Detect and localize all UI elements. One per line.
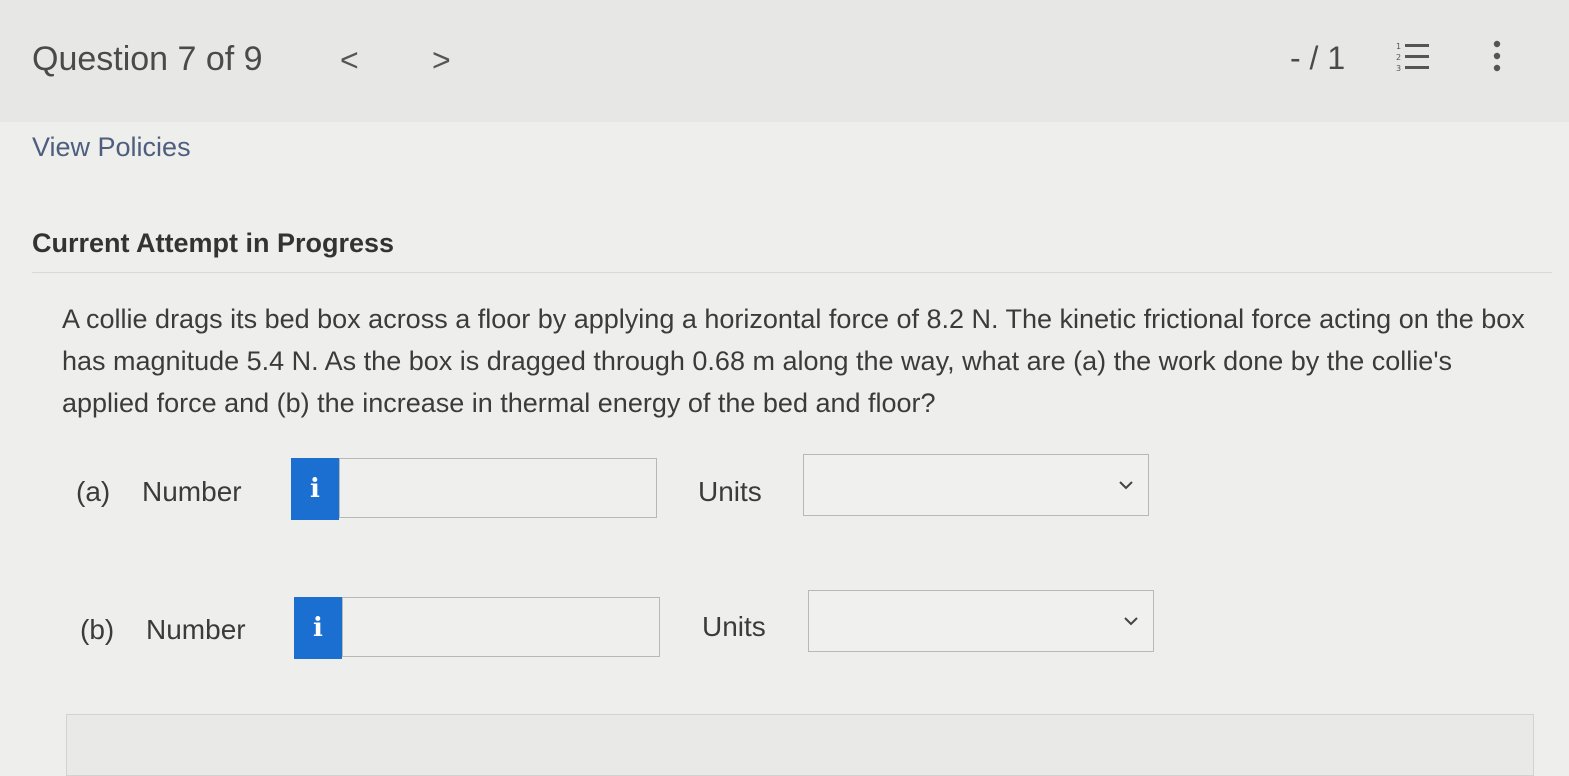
svg-text:1: 1 (1396, 42, 1401, 51)
part-b-number-label: Number (146, 614, 246, 645)
vertical-ellipsis-icon[interactable] (1486, 38, 1508, 74)
question-header: Question 7 of 9 < > - / 1 1 2 3 (0, 0, 1569, 122)
question-text: A collie drags its bed box across a floo… (62, 304, 1525, 418)
info-icon: i (313, 613, 323, 643)
svg-text:3: 3 (1396, 64, 1401, 73)
next-question-button[interactable]: > (432, 42, 451, 79)
part-a-units-label: Units (698, 476, 762, 507)
svg-text:2: 2 (1396, 53, 1401, 62)
score-display: - / 1 (1290, 40, 1346, 76)
part-b-units-label: Units (702, 611, 766, 642)
part-b-units-select[interactable] (808, 590, 1154, 652)
part-b-label: (b) (80, 614, 115, 645)
part-a-label: (a) (76, 476, 111, 507)
numbered-list-icon[interactable]: 1 2 3 (1395, 40, 1431, 74)
attempt-status: Current Attempt in Progress (32, 228, 395, 258)
part-a-info-button[interactable]: i (291, 458, 339, 520)
part-a-number-input[interactable] (339, 458, 657, 518)
chevron-down-icon (1119, 481, 1133, 490)
chevron-down-icon (1124, 617, 1138, 626)
part-a-units-select[interactable] (803, 454, 1149, 516)
part-b-info-button[interactable]: i (294, 597, 342, 659)
answer-panel (66, 714, 1534, 776)
question-title: Question 7 of 9 (32, 40, 263, 78)
part-b-number-input[interactable] (342, 597, 660, 657)
previous-question-button[interactable]: < (340, 42, 359, 79)
divider (32, 272, 1552, 273)
view-policies-link[interactable]: View Policies (32, 132, 191, 163)
info-icon: i (310, 474, 320, 504)
part-a-number-label: Number (142, 476, 242, 507)
